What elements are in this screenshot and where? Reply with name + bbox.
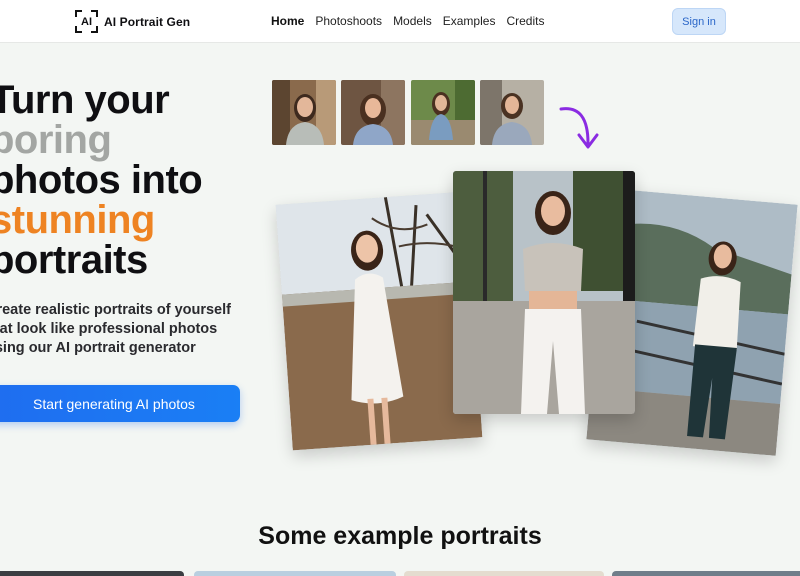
main-nav: Home Photoshoots Models Examples Credits xyxy=(271,14,544,28)
nav-examples[interactable]: Examples xyxy=(443,14,496,28)
hero-subtitle: Create realistic portraits of yourself t… xyxy=(0,301,236,358)
hero-title-line: photos into xyxy=(0,158,203,202)
generated-portrait-street xyxy=(453,171,635,414)
top-header: AI AI Portrait Gen Home Photoshoots Mode… xyxy=(0,0,800,43)
example-portrait-card[interactable] xyxy=(404,571,604,576)
curved-arrow-down-icon xyxy=(559,107,599,149)
input-selfie-thumbnail xyxy=(411,80,475,145)
brand-name: AI Portrait Gen xyxy=(104,14,191,29)
ai-frame-icon: AI xyxy=(75,10,98,33)
hero-title-line: portraits xyxy=(0,238,148,282)
nav-home[interactable]: Home xyxy=(271,14,304,28)
hero-subtitle-line: Create realistic portraits of yourself xyxy=(0,302,231,318)
example-portrait-card[interactable] xyxy=(194,571,396,576)
sign-in-button[interactable]: Sign in xyxy=(672,8,726,35)
hero-subtitle-line: that look like professional photos xyxy=(0,321,218,337)
nav-models[interactable]: Models xyxy=(393,14,432,28)
example-portrait-card[interactable] xyxy=(612,571,800,576)
hero-title-line: Turn your xyxy=(0,78,170,122)
nav-credits[interactable]: Credits xyxy=(506,14,544,28)
hero-title: Turn your boring photos into stunning po… xyxy=(0,80,250,280)
start-generating-button[interactable]: Start generating AI photos xyxy=(0,385,240,422)
brand-logo[interactable]: AI AI Portrait Gen xyxy=(75,10,190,33)
input-selfie-thumbnail xyxy=(480,80,544,145)
input-selfie-thumbnail xyxy=(272,80,336,145)
hero-subtitle-line: using our AI portrait generator xyxy=(0,340,196,356)
input-selfie-thumbnail xyxy=(341,80,405,145)
generated-portrait-white-dress xyxy=(275,191,483,451)
hero-title-line-stunning: stunning xyxy=(0,198,155,242)
hero-title-line-boring: boring xyxy=(0,118,112,162)
nav-photoshoots[interactable]: Photoshoots xyxy=(315,14,382,28)
example-portrait-card[interactable] xyxy=(0,571,184,576)
examples-section-title: Some example portraits xyxy=(258,522,542,550)
